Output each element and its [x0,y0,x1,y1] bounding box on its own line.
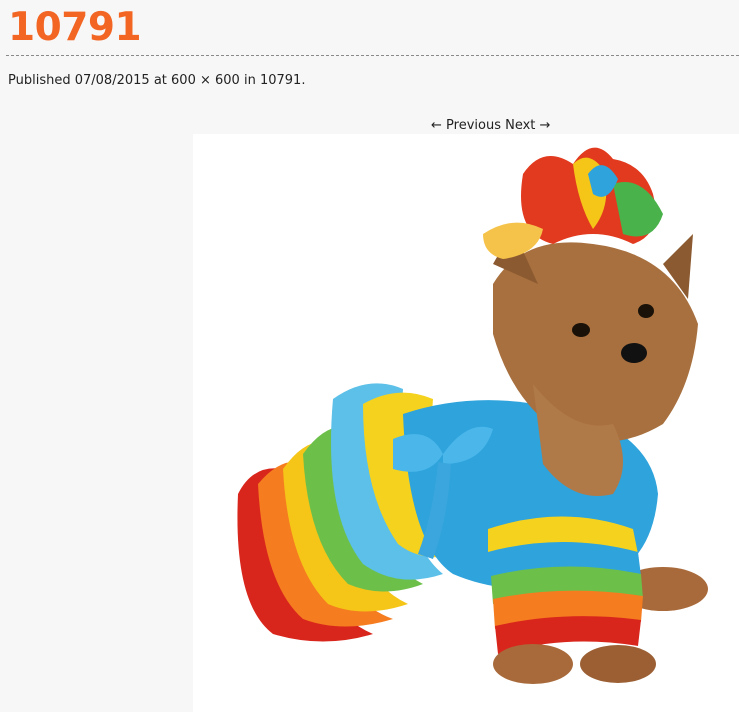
dog-eye-right [638,304,654,318]
dog-nose [621,343,647,363]
page-title: 10791 [8,5,142,50]
next-image-link[interactable]: Next → [505,118,550,133]
post-meta: Published 07/08/2015 at 600 × 600 in 107… [8,72,305,90]
dog-eye-left [572,323,590,337]
at-label: at [153,73,167,88]
dog-front-paw-right [580,645,656,683]
attachment-image[interactable] [193,134,739,712]
parent-post-link[interactable]: 10791 [260,73,301,88]
published-date: 07/08/2015 [74,73,150,88]
in-label: in [243,73,256,88]
dog-costume-photo [237,147,708,684]
published-label: Published [8,73,71,88]
meta-period: . [301,73,306,88]
image-navigation: ← Previous Next → [431,117,550,135]
title-divider [6,55,739,56]
previous-image-link[interactable]: ← Previous [431,118,501,133]
dog-front-paw-left [493,644,573,684]
full-size-link[interactable]: 600 × 600 [171,73,240,88]
